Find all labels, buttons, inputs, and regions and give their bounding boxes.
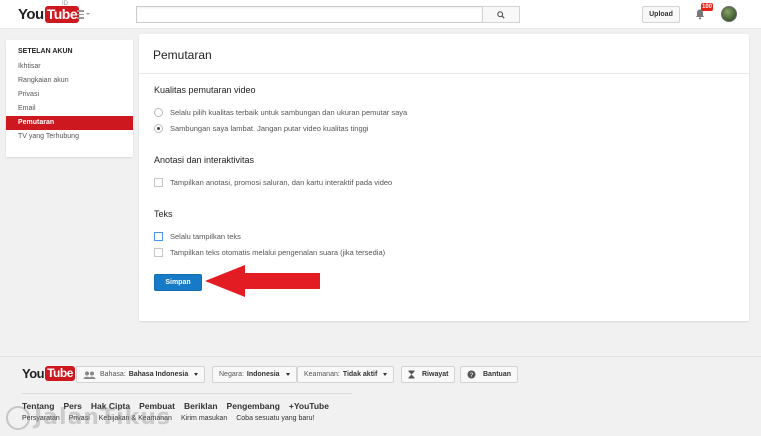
footer-link-advertise[interactable]: Beriklan bbox=[184, 401, 218, 411]
help-button[interactable]: ? Bantuan bbox=[460, 366, 518, 383]
sidebar-item-playback[interactable]: Pemutaran bbox=[6, 116, 133, 130]
sidebar-heading: SETELAN AKUN bbox=[18, 48, 73, 55]
footer-divider bbox=[22, 393, 352, 394]
language-picker-button[interactable]: Bahasa: Bahasa Indonesia bbox=[76, 366, 206, 383]
red-arrow-annotation bbox=[205, 265, 320, 297]
quality-option-slow[interactable]: Sambungan saya lambat. Jangan putar vide… bbox=[154, 124, 368, 133]
footer-link-try-new[interactable]: Coba sesuatu yang baru! bbox=[236, 415, 314, 422]
notification-count-badge: 100 bbox=[701, 3, 714, 11]
country-picker-button[interactable]: Negara: Indonesia bbox=[212, 366, 297, 383]
people-icon bbox=[83, 371, 96, 379]
sidebar-item-connected-tv[interactable]: TV yang Terhubung bbox=[6, 130, 133, 144]
youtube-logo[interactable]: You Tube bbox=[18, 6, 80, 23]
radio-slow-connection[interactable] bbox=[154, 124, 163, 133]
quality-option-best-label: Selalu pilih kualitas terbaik untuk samb… bbox=[170, 108, 408, 117]
chevron-down-icon bbox=[383, 373, 388, 376]
annotations-option-label: Tampilkan anotasi, promosi saluran, dan … bbox=[170, 178, 393, 187]
footer-youtube-logo[interactable]: You Tube bbox=[22, 366, 75, 381]
safety-mode-button[interactable]: Keamanan: Tidak aktif bbox=[297, 366, 395, 383]
search-icon bbox=[497, 10, 505, 19]
help-label: Bantuan bbox=[483, 371, 511, 378]
section-title-quality: Kualitas pemutaran video bbox=[154, 85, 256, 95]
checkbox-annotations[interactable] bbox=[154, 178, 163, 187]
logo-country-code: ID bbox=[62, 1, 68, 7]
captions-always-label: Selalu tampilkan teks bbox=[170, 232, 241, 241]
account-settings-sidebar: SETELAN AKUN Ikhtisar Rangkaian akun Pri… bbox=[6, 40, 133, 157]
logo-tube-text: Tube bbox=[44, 6, 80, 23]
divider bbox=[139, 73, 749, 74]
safety-label: Keamanan: bbox=[304, 371, 340, 378]
upload-button[interactable]: Upload bbox=[642, 6, 680, 23]
masthead: You Tube ID Upload 100 bbox=[0, 0, 761, 29]
radio-best-quality[interactable] bbox=[154, 108, 163, 117]
history-label: Riwayat bbox=[422, 371, 449, 378]
footer-logo-you-text: You bbox=[22, 366, 45, 381]
search-button[interactable] bbox=[482, 6, 520, 23]
watermark-text: JalanTikus bbox=[34, 405, 172, 430]
captions-always-option[interactable]: Selalu tampilkan teks bbox=[154, 232, 241, 241]
section-title-annotations: Anotasi dan interaktivitas bbox=[154, 155, 255, 165]
search-input[interactable] bbox=[136, 6, 483, 23]
footer-link-plus-youtube[interactable]: +YouTube bbox=[289, 401, 329, 411]
quality-option-best[interactable]: Selalu pilih kualitas terbaik untuk samb… bbox=[154, 108, 407, 117]
chevron-down-icon bbox=[194, 373, 199, 376]
checkbox-auto-captions[interactable] bbox=[154, 248, 163, 257]
chevron-down-icon[interactable] bbox=[86, 13, 90, 15]
checkbox-always-captions[interactable] bbox=[154, 232, 163, 241]
country-label: Negara: bbox=[219, 371, 244, 378]
save-button[interactable]: Simpan bbox=[154, 274, 202, 291]
country-value: Indonesia bbox=[246, 371, 280, 378]
sidebar-item-privacy[interactable]: Privasi bbox=[6, 88, 133, 102]
captions-auto-option[interactable]: Tampilkan teks otomatis melalui pengenal… bbox=[154, 248, 385, 257]
annotations-option[interactable]: Tampilkan anotasi, promosi saluran, dan … bbox=[154, 178, 392, 187]
footer-link-send-feedback[interactable]: Kirim masukan bbox=[181, 415, 227, 422]
page-title: Pemutaran bbox=[153, 48, 212, 62]
history-button[interactable]: Riwayat bbox=[401, 366, 456, 383]
safety-value: Tidak aktif bbox=[342, 371, 378, 378]
language-label: Bahasa: bbox=[100, 371, 126, 378]
sidebar-item-email[interactable]: Email bbox=[6, 102, 133, 116]
sidebar-item-linked-accounts[interactable]: Rangkaian akun bbox=[6, 74, 133, 88]
section-title-captions: Teks bbox=[154, 209, 173, 219]
logo-you-text: You bbox=[18, 6, 44, 23]
help-icon: ? bbox=[467, 370, 476, 379]
watermark-logo-icon bbox=[6, 405, 30, 430]
avatar[interactable] bbox=[721, 6, 737, 22]
sidebar-item-overview[interactable]: Ikhtisar bbox=[6, 60, 133, 74]
quality-option-slow-label: Sambungan saya lambat. Jangan putar vide… bbox=[170, 124, 369, 133]
footer-logo-tube-text: Tube bbox=[45, 366, 75, 381]
language-value: Bahasa Indonesia bbox=[128, 371, 189, 378]
footer-link-developers[interactable]: Pengembang bbox=[227, 401, 280, 411]
chevron-down-icon bbox=[285, 373, 290, 376]
hamburger-icon[interactable] bbox=[77, 10, 89, 20]
captions-auto-label: Tampilkan teks otomatis melalui pengenal… bbox=[170, 248, 386, 257]
hourglass-icon bbox=[408, 370, 415, 379]
watermark: JalanTikus bbox=[6, 405, 171, 430]
